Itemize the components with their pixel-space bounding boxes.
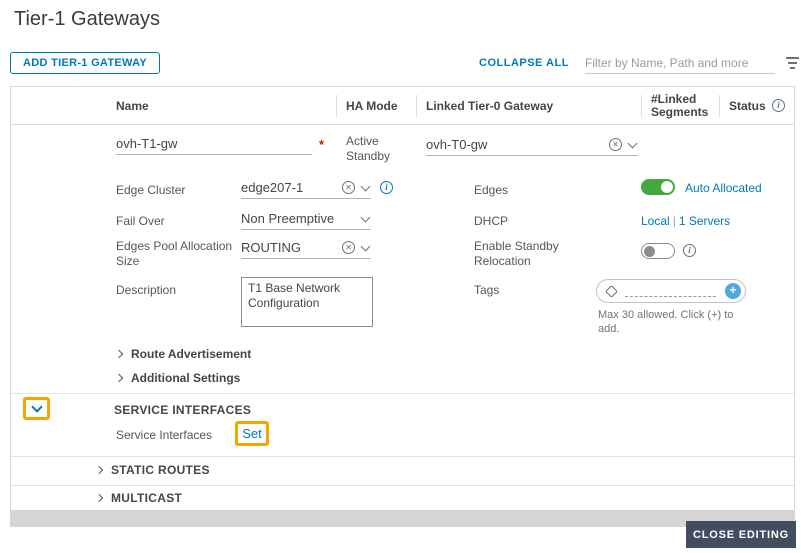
status-info-icon[interactable]: i <box>772 99 785 112</box>
column-header-status: Status <box>729 99 766 113</box>
required-marker: * <box>319 137 325 152</box>
edge-cluster-select[interactable]: edge207-1 ✕ <box>241 177 371 199</box>
description-textarea[interactable]: T1 Base Network Configuration <box>241 277 373 327</box>
chevron-down-icon[interactable] <box>360 181 371 191</box>
tag-entry-area[interactable] <box>625 286 716 297</box>
close-editing-button[interactable]: CLOSE EDITING <box>686 521 796 548</box>
dhcp-local-link[interactable]: Local <box>641 214 670 228</box>
route-advertisement-label: Route Advertisement <box>131 347 252 361</box>
edges-pool-allocation-size-label: Edges Pool Allocation Size <box>116 239 233 268</box>
column-header-linked-t0: Linked Tier-0 Gateway <box>426 99 554 113</box>
edges-label: Edges <box>474 183 509 197</box>
dhcp-servers-link[interactable]: 1 Servers <box>679 214 730 228</box>
chevron-down-icon[interactable] <box>360 212 371 222</box>
filter-icon-bar <box>787 62 797 64</box>
clear-icon[interactable]: ✕ <box>609 138 622 151</box>
pool-size-value: ROUTING <box>241 240 301 255</box>
edges-pool-allocation-size-select[interactable]: ROUTING ✕ <box>241 237 371 259</box>
table-header-row: Name HA Mode Linked Tier-0 Gateway #Link… <box>11 87 794 125</box>
dhcp-label: DHCP <box>474 214 509 228</box>
filter-icon-bar <box>789 67 795 69</box>
edge-cluster-value: edge207-1 <box>241 180 304 195</box>
column-header-name: Name <box>116 99 149 113</box>
column-divider <box>416 95 417 117</box>
highlight-box-expander <box>23 397 50 420</box>
tier1-gateways-page: Tier-1 Gateways ADD TIER-1 GATEWAY COLLA… <box>0 0 801 553</box>
enable-standby-relocation-label: Enable Standby Relocation <box>474 239 559 268</box>
edges-toggle[interactable] <box>641 179 675 195</box>
edge-cluster-label: Edge Cluster <box>116 183 186 197</box>
column-divider <box>641 95 642 117</box>
gateways-table: Name HA Mode Linked Tier-0 Gateway #Link… <box>10 86 795 527</box>
section-divider <box>11 485 794 486</box>
additional-settings-section[interactable]: Additional Settings <box>114 371 241 385</box>
standby-relocation-toggle[interactable] <box>641 243 675 259</box>
add-tier1-gateway-button[interactable]: ADD TIER-1 GATEWAY <box>10 52 160 74</box>
filter-input[interactable] <box>585 52 775 74</box>
tag-icon <box>605 284 618 298</box>
chevron-right-icon <box>114 349 124 359</box>
add-tag-button[interactable]: + <box>725 283 741 299</box>
gateway-name-input[interactable] <box>116 133 312 155</box>
linked-t0-gateway-select[interactable]: ovh-T0-gw ✕ <box>426 134 638 156</box>
column-header-linked-segments: #Linked Segments <box>651 92 709 119</box>
chevron-right-icon <box>94 493 104 503</box>
dhcp-value: Local | 1 Servers <box>641 214 730 228</box>
column-divider <box>336 95 337 117</box>
service-interfaces-expand-icon[interactable] <box>30 400 43 413</box>
filter-icon[interactable] <box>785 57 799 69</box>
service-interfaces-row-label: Service Interfaces <box>116 428 213 442</box>
chevron-down-icon[interactable] <box>627 138 638 148</box>
static-routes-section[interactable]: STATIC ROUTES <box>94 463 210 477</box>
filter-icon-bar <box>785 57 799 59</box>
fail-over-select[interactable]: Non Preemptive <box>241 208 371 230</box>
static-routes-label: STATIC ROUTES <box>111 463 210 477</box>
ha-mode-value: Active Standby <box>346 134 391 163</box>
fail-over-label: Fail Over <box>116 214 165 228</box>
route-advertisement-section[interactable]: Route Advertisement <box>114 347 252 361</box>
description-label: Description <box>116 283 177 297</box>
chevron-down-icon[interactable] <box>360 241 371 251</box>
dhcp-divider: | <box>672 214 676 228</box>
clear-icon[interactable]: ✕ <box>342 181 355 194</box>
section-divider <box>11 393 794 394</box>
tags-label: Tags <box>474 283 500 297</box>
linked-t0-gateway-value: ovh-T0-gw <box>426 137 488 152</box>
additional-settings-label: Additional Settings <box>131 371 241 385</box>
multicast-section[interactable]: MULTICAST <box>94 491 183 505</box>
highlight-box-set: Set <box>235 421 269 446</box>
column-divider <box>719 95 720 117</box>
chevron-right-icon <box>114 373 124 383</box>
editing-footer-bar <box>11 510 794 526</box>
page-title: Tier-1 Gateways <box>14 8 160 30</box>
service-interfaces-set-link[interactable]: Set <box>242 426 262 441</box>
clear-icon[interactable]: ✕ <box>342 241 355 254</box>
column-header-ha-mode: HA Mode <box>346 99 398 113</box>
section-divider <box>11 456 794 457</box>
chevron-right-icon <box>94 465 104 475</box>
edges-auto-allocated-link[interactable]: Auto Allocated <box>685 181 762 195</box>
fail-over-value: Non Preemptive <box>241 211 335 226</box>
multicast-label: MULTICAST <box>111 491 183 505</box>
edge-cluster-info-icon[interactable]: i <box>380 181 393 194</box>
tags-help-text: Max 30 allowed. Click (+) to add. <box>598 309 734 335</box>
standby-relocation-info-icon[interactable]: i <box>683 244 696 257</box>
service-interfaces-section-header[interactable]: SERVICE INTERFACES <box>114 403 251 417</box>
collapse-all-link[interactable]: COLLAPSE ALL <box>479 57 569 69</box>
tags-input[interactable]: + <box>596 279 746 303</box>
